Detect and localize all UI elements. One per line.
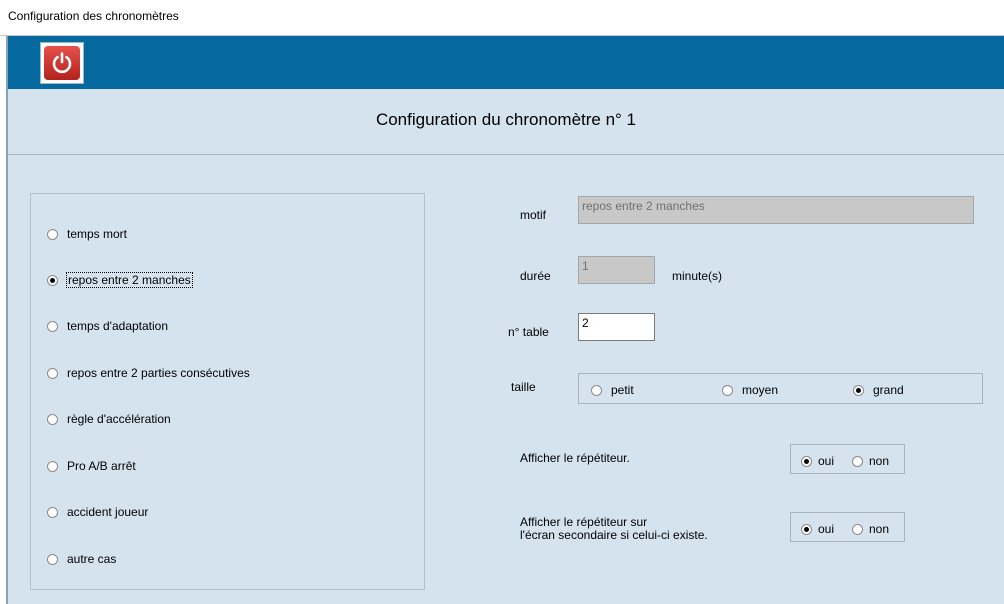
radio-indicator[interactable] [47,320,58,332]
reason-option-autre-cas[interactable]: autre cas [47,552,116,566]
size-group: petit moyen grand [578,373,983,404]
repeater-option-non[interactable]: non [852,454,889,468]
radio-indicator[interactable] [852,523,863,535]
secondary-option-oui[interactable]: oui [801,522,834,536]
radio-indicator[interactable] [853,384,864,396]
radio-indicator[interactable] [852,455,863,467]
radio-indicator[interactable] [47,274,58,286]
no-label: non [869,522,890,536]
reason-option-temps-adaptation[interactable]: temps d'adaptation [47,319,168,333]
reason-group: temps mort repos entre 2 manches temps d… [30,193,425,590]
reason-label: repos entre 2 parties consécutives [67,366,250,380]
window-titlebar: Configuration des chronomètres [0,0,1004,36]
repeater-label: Afficher le répétiteur. [520,451,630,465]
table-label: n° table [508,325,549,339]
size-label: moyen [742,383,779,397]
size-label: petit [611,383,634,397]
power-icon [44,46,80,80]
radio-indicator[interactable] [47,460,58,472]
app-frame: Configuration du chronomètre n° 1 temps … [6,36,1004,604]
motif-field[interactable]: repos entre 2 manches [578,196,974,224]
no-label: non [869,454,890,468]
yes-label: oui [818,454,835,468]
radio-indicator[interactable] [801,523,812,535]
radio-indicator[interactable] [47,228,58,240]
reason-option-repos-manches[interactable]: repos entre 2 manches [47,272,193,288]
secondary-screen-label: Afficher le répétiteur sur l'écran secon… [520,516,708,542]
radio-indicator[interactable] [591,384,602,396]
reason-label: repos entre 2 manches [66,272,193,288]
reason-option-pro-ab-arret[interactable]: Pro A/B arrêt [47,459,136,473]
reason-label: autre cas [67,552,117,566]
reason-option-accident-joueur[interactable]: accident joueur [47,505,148,519]
power-button[interactable] [40,42,84,84]
reason-label: règle d'accélération [67,412,171,426]
radio-indicator[interactable] [722,384,733,396]
size-option-petit[interactable]: petit [591,383,634,397]
duree-unit: minute(s) [672,269,723,283]
duree-label: durée [520,269,551,283]
reason-label: temps d'adaptation [67,319,169,333]
header-band: Configuration du chronomètre n° 1 [8,89,1004,155]
reason-label: temps mort [67,227,128,241]
reason-option-repos-parties[interactable]: repos entre 2 parties consécutives [47,366,250,380]
reason-label: Pro A/B arrêt [67,459,136,473]
size-option-moyen[interactable]: moyen [722,383,778,397]
secondary-option-non[interactable]: non [852,522,889,536]
table-number-input[interactable]: 2 [578,313,655,341]
radio-indicator[interactable] [47,413,58,425]
radio-indicator[interactable] [47,506,58,518]
reason-label: accident joueur [67,505,149,519]
toolbar [8,36,1004,89]
duree-field[interactable]: 1 [578,256,655,284]
motif-label: motif [520,208,547,222]
secondary-screen-group: oui non [790,512,905,542]
size-label: grand [873,383,904,397]
reason-option-regle-acceleration[interactable]: règle d'accélération [47,412,171,426]
radio-indicator[interactable] [47,367,58,379]
page-title: Configuration du chronomètre n° 1 [375,110,637,129]
reason-option-temps-mort[interactable]: temps mort [47,227,127,241]
taille-label: taille [511,380,536,394]
yes-label: oui [818,522,835,536]
repeater-option-oui[interactable]: oui [801,454,834,468]
repeater-group: oui non [790,444,905,474]
secondary-label-line-2: l'écran secondaire si celui-ci existe. [520,528,708,542]
radio-indicator[interactable] [47,553,58,565]
size-option-grand[interactable]: grand [853,383,904,397]
window-title: Configuration des chronomètres [8,9,179,23]
radio-indicator[interactable] [801,455,812,467]
